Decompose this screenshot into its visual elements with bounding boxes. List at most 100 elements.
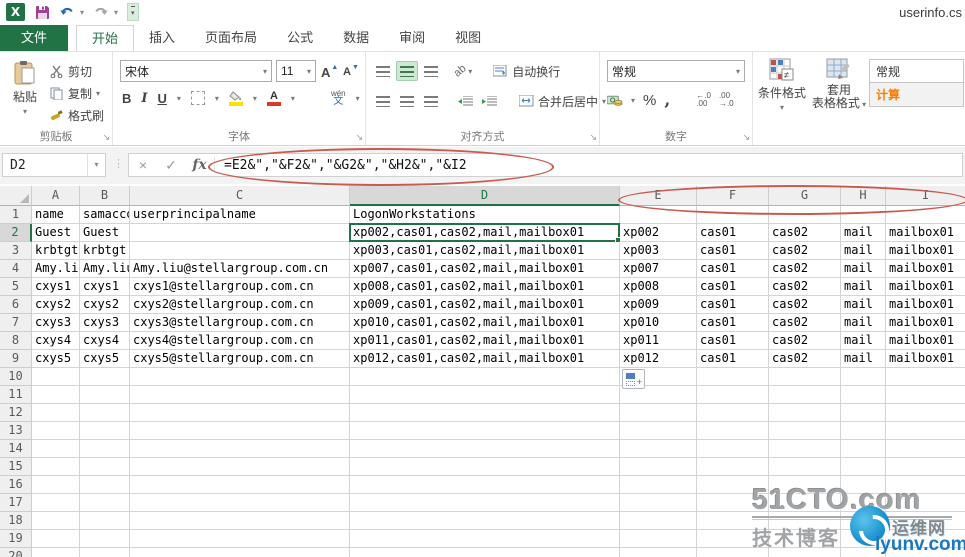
bold-button[interactable]: B [122, 91, 131, 106]
undo-icon[interactable] [59, 4, 75, 20]
number-format-combo[interactable]: 常规 ▾ [607, 60, 745, 82]
cell-C19[interactable] [130, 530, 350, 548]
decrease-indent-icon[interactable] [454, 91, 476, 111]
row-header-10[interactable]: 10 [0, 368, 32, 386]
orientation-icon[interactable]: ab [452, 62, 469, 79]
align-right-icon[interactable] [420, 91, 442, 111]
wrap-text-button[interactable]: 自动换行 [492, 60, 560, 82]
cell-E4[interactable]: xp007 [620, 260, 697, 278]
cell-D10[interactable] [350, 368, 620, 386]
redo-icon[interactable] [93, 4, 109, 20]
row-header-15[interactable]: 15 [0, 458, 32, 476]
cell-A19[interactable] [32, 530, 80, 548]
cell-D11[interactable] [350, 386, 620, 404]
align-top-icon[interactable] [372, 61, 394, 81]
cell-D16[interactable] [350, 476, 620, 494]
row-header-18[interactable]: 18 [0, 512, 32, 530]
decrease-font-size-button[interactable]: A ▼ [343, 61, 359, 83]
cell-E9[interactable]: xp012 [620, 350, 697, 368]
cell-C6[interactable]: cxys2@stellargroup.com.cn [130, 296, 350, 314]
cell-F7[interactable]: cas01 [697, 314, 769, 332]
row-header-2[interactable]: 2 [0, 224, 32, 242]
column-header-E[interactable]: E [620, 186, 697, 206]
cell-B1[interactable]: samaccountname [80, 206, 130, 224]
align-bottom-icon[interactable] [420, 61, 442, 81]
cell-B20[interactable] [80, 548, 130, 557]
cell-H15[interactable] [841, 458, 886, 476]
cell-B11[interactable] [80, 386, 130, 404]
cell-C7[interactable]: cxys3@stellargroup.com.cn [130, 314, 350, 332]
align-middle-icon[interactable] [396, 61, 418, 81]
cell-E18[interactable] [620, 512, 697, 530]
cell-B12[interactable] [80, 404, 130, 422]
cell-I16[interactable] [886, 476, 965, 494]
cell-D7[interactable]: xp010,cas01,cas02,mail,mailbox01 [350, 314, 620, 332]
cell-A7[interactable]: cxys3 [32, 314, 80, 332]
cell-B17[interactable] [80, 494, 130, 512]
cell-D20[interactable] [350, 548, 620, 557]
font-color-icon[interactable]: A [266, 90, 281, 106]
cell-D6[interactable]: xp009,cas01,cas02,mail,mailbox01 [350, 296, 620, 314]
cell-I13[interactable] [886, 422, 965, 440]
cell-A10[interactable] [32, 368, 80, 386]
phonetic-guide-icon[interactable]: wén 文 [331, 90, 346, 107]
cell-F4[interactable]: cas01 [697, 260, 769, 278]
cell-C13[interactable] [130, 422, 350, 440]
cell-G8[interactable]: cas02 [769, 332, 841, 350]
cell-B19[interactable] [80, 530, 130, 548]
cell-E19[interactable] [620, 530, 697, 548]
cell-D2[interactable]: xp002,cas01,cas02,mail,mailbox01 [350, 224, 620, 242]
cell-I18[interactable] [886, 512, 965, 530]
cell-C1[interactable]: userprincipalname [130, 206, 350, 224]
cell-C10[interactable] [130, 368, 350, 386]
cell-H19[interactable] [841, 530, 886, 548]
cell-E2[interactable]: xp002 [620, 224, 697, 242]
cell-B10[interactable] [80, 368, 130, 386]
alignment-dialog-launcher[interactable]: ↘ [589, 132, 597, 143]
cell-B3[interactable]: krbtgt [80, 242, 130, 260]
cell-A8[interactable]: cxys4 [32, 332, 80, 350]
cell-I7[interactable]: mailbox01 [886, 314, 965, 332]
cell-B8[interactable]: cxys4 [80, 332, 130, 350]
cell-F6[interactable]: cas01 [697, 296, 769, 314]
cell-C11[interactable] [130, 386, 350, 404]
cell-A15[interactable] [32, 458, 80, 476]
cell-A13[interactable] [32, 422, 80, 440]
row-header-17[interactable]: 17 [0, 494, 32, 512]
paste-options-button[interactable]: + [622, 369, 645, 389]
cell-I3[interactable]: mailbox01 [886, 242, 965, 260]
column-header-A[interactable]: A [32, 186, 80, 206]
cell-B4[interactable]: Amy.liu [80, 260, 130, 278]
cell-E5[interactable]: xp008 [620, 278, 697, 296]
cell-E6[interactable]: xp009 [620, 296, 697, 314]
cell-G20[interactable] [769, 548, 841, 557]
column-header-G[interactable]: G [769, 186, 841, 206]
cell-B18[interactable] [80, 512, 130, 530]
formula-bar-splitter[interactable]: ⋮ [113, 157, 124, 170]
cell-D18[interactable] [350, 512, 620, 530]
comma-style-button[interactable]: , [664, 90, 670, 110]
cell-E15[interactable] [620, 458, 697, 476]
cell-C2[interactable] [130, 224, 350, 242]
cell-F19[interactable] [697, 530, 769, 548]
cell-I15[interactable] [886, 458, 965, 476]
cell-I1[interactable] [886, 206, 965, 224]
borders-dropdown[interactable]: ▾ [215, 94, 219, 103]
cell-F11[interactable] [697, 386, 769, 404]
column-header-F[interactable]: F [697, 186, 769, 206]
cell-F13[interactable] [697, 422, 769, 440]
cell-I10[interactable] [886, 368, 965, 386]
cell-H11[interactable] [841, 386, 886, 404]
cell-H17[interactable] [841, 494, 886, 512]
cell-C17[interactable] [130, 494, 350, 512]
format-as-table-button[interactable]: 套用 表格格式 ▾ [811, 58, 867, 111]
cell-H20[interactable] [841, 548, 886, 557]
cell-H10[interactable] [841, 368, 886, 386]
cell-F2[interactable]: cas01 [697, 224, 769, 242]
cell-G13[interactable] [769, 422, 841, 440]
borders-icon[interactable] [190, 91, 205, 105]
underline-button[interactable]: U [157, 91, 166, 106]
cell-G14[interactable] [769, 440, 841, 458]
cell-C8[interactable]: cxys4@stellargroup.com.cn [130, 332, 350, 350]
cell-G7[interactable]: cas02 [769, 314, 841, 332]
